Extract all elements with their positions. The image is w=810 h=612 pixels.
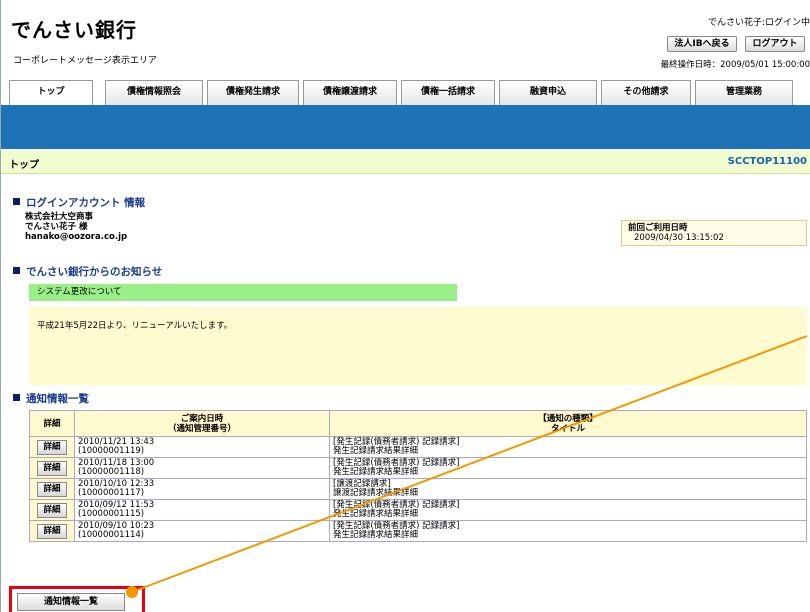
tab-claim-inquiry[interactable]: 債権情報照会	[105, 80, 203, 105]
col-detail-header: 詳細	[29, 410, 75, 437]
table-row: 詳細 2010/11/21 13:43 (10000001119) [発生記録(債…	[29, 436, 807, 458]
previous-login-box: 前回ご利用日時 2009/04/30 13:15:02	[621, 220, 807, 246]
corporate-message: コーポレートメッセージ表示エリア	[13, 56, 157, 66]
table-row: 詳細 2010/09/10 10:23 (10000001114) [発生記録(債…	[29, 520, 807, 542]
page-title-bar: トップ SCCTOP11100	[1, 150, 810, 174]
tab-top[interactable]: トップ	[9, 80, 93, 105]
square-bullet-icon	[13, 198, 20, 205]
notifications-table: 詳細 ご案内日時 （通知管理番号） 【通知の種類】 タイトル 詳細 2010/1…	[29, 410, 807, 542]
logout-button[interactable]: ログアウト	[745, 36, 805, 52]
bank-logo-title: でんさい銀行	[11, 18, 137, 42]
previous-login-value: 2009/04/30 13:15:02	[634, 233, 724, 243]
notification-number: (10000001118)	[78, 467, 145, 477]
notification-number: (10000001115)	[78, 509, 145, 519]
detail-button[interactable]: 詳細	[37, 439, 67, 455]
detail-button[interactable]: 詳細	[37, 502, 67, 518]
tab-other-requests[interactable]: その他請求	[601, 80, 691, 105]
last-operation-time: 最終操作日時：2009/05/01 15:00:00	[660, 60, 810, 70]
notification-list-button[interactable]: 通知情報一覧	[17, 593, 125, 611]
notification-number: (10000001114)	[78, 530, 145, 540]
tab-claim-issue[interactable]: 債権発生請求	[207, 80, 299, 105]
page-title: トップ	[9, 160, 39, 171]
notification-title: 譲渡記録請求結果詳細	[333, 488, 419, 498]
table-row: 詳細 2010/09/12 11:53 (10000001115) [発生記録(債…	[29, 499, 807, 521]
notice-title: システム更改について	[29, 284, 457, 301]
return-to-ib-button[interactable]: 法人IBへ戻る	[667, 36, 737, 52]
user-email: hanako@oozora.co.jp	[25, 232, 128, 242]
col-type-header: 【通知の種類】 タイトル	[329, 410, 807, 437]
detail-button[interactable]: 詳細	[37, 523, 67, 539]
app-frame: でんさい銀行 コーポレートメッセージ表示エリア でんさい花子:ログイン中 法人I…	[0, 0, 810, 612]
bank-notices-heading: でんさい銀行からのお知らせ	[13, 264, 162, 279]
tab-management[interactable]: 管理業務	[695, 80, 793, 105]
login-user-name: でんさい花子:ログイン中	[707, 18, 810, 28]
notification-number: (10000001119)	[78, 446, 145, 456]
notification-title: 発生記録請求結果詳細	[333, 446, 419, 456]
table-row: 詳細 2010/11/18 13:00 (10000001118) [発生記録(債…	[29, 457, 807, 479]
notification-title: 発生記録請求結果詳細	[333, 509, 419, 519]
table-header-row: 詳細 ご案内日時 （通知管理番号） 【通知の種類】 タイトル	[29, 410, 807, 437]
screen-id: SCCTOP11100	[727, 156, 807, 167]
notification-number: (10000001117)	[78, 488, 145, 498]
notification-title: 発生記録請求結果詳細	[333, 530, 419, 540]
notification-title: 発生記録請求結果詳細	[333, 467, 419, 477]
previous-login-label: 前回ご利用日時	[628, 223, 688, 233]
detail-button[interactable]: 詳細	[37, 460, 67, 476]
user-display-name: でんさい花子 様	[25, 222, 88, 232]
sub-nav-bar	[1, 105, 810, 149]
square-bullet-icon	[13, 267, 20, 274]
square-bullet-icon	[13, 394, 20, 401]
login-account-info: 株式会社大空商事 でんさい花子 様 hanako@oozora.co.jp	[25, 212, 127, 242]
col-date-header: ご案内日時 （通知管理番号）	[74, 410, 330, 437]
notice-body: 平成21年5月22日より、リニューアルいたします。	[29, 307, 807, 385]
table-row: 詳細 2010/10/10 12:33 (10000001117) [譲渡記録請求…	[29, 478, 807, 500]
tab-claim-transfer[interactable]: 債権譲渡請求	[303, 80, 397, 105]
company-name: 株式会社大空商事	[25, 212, 94, 222]
login-account-heading: ログインアカウント 情報	[13, 195, 145, 210]
main-nav: トップ 債権情報照会 債権発生請求 債権譲渡請求 債権一括請求 融資申込 その他…	[9, 80, 810, 105]
detail-button[interactable]: 詳細	[37, 481, 67, 497]
tab-loan-application[interactable]: 融資申込	[499, 80, 597, 105]
notifications-heading: 通知情報一覧	[13, 391, 89, 406]
tab-bulk-request[interactable]: 債権一括請求	[401, 80, 495, 105]
